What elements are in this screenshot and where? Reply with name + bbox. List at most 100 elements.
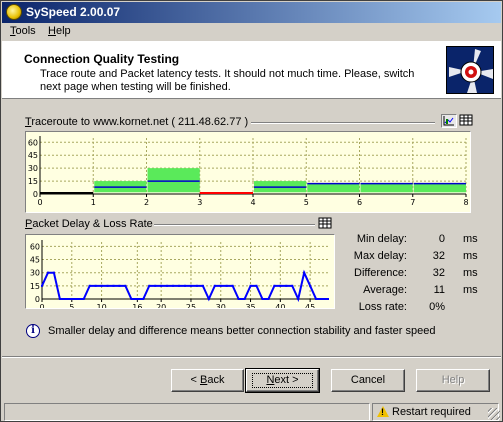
focus-rect: [252, 373, 313, 388]
x-tick-label: 10: [96, 303, 106, 309]
delay-point: [184, 284, 186, 287]
x-tick-label: 0: [37, 198, 42, 207]
delay-point: [201, 284, 204, 287]
header-title: Connection Quality Testing: [24, 52, 180, 66]
x-tick-label: 0: [39, 303, 44, 309]
delay-point: [237, 298, 240, 300]
stat-average: Average: 11 ms: [337, 284, 487, 300]
stat-value: 0: [438, 233, 445, 245]
delay-point: [297, 298, 300, 300]
delay-point: [309, 284, 312, 287]
delay-point: [100, 284, 103, 287]
y-tick-label: 15: [30, 282, 40, 291]
status-bar: ! Restart required: [2, 401, 501, 421]
x-tick-label: 6: [357, 198, 362, 207]
stat-loss-rate: Loss rate: 0%: [337, 301, 487, 317]
traceroute-label-text: raceroute to www.kornet.net ( 211.48.62.…: [31, 116, 249, 128]
delay-point: [225, 284, 228, 287]
stat-label: Difference:: [354, 267, 407, 279]
delay-point: [148, 284, 151, 287]
delay-point: [118, 284, 121, 287]
menu-help-accel: H: [48, 25, 56, 37]
delay-point: [189, 284, 192, 287]
hop-bar: [360, 183, 413, 193]
delay-point: [166, 284, 169, 287]
packet-table-view-icon[interactable]: [318, 217, 334, 231]
wizard-header: Connection Quality Testing Trace route a…: [2, 41, 501, 99]
delay-point: [70, 298, 73, 300]
x-tick-label: 5: [69, 303, 74, 309]
menu-tools[interactable]: Tools: [10, 25, 36, 37]
y-tick-label: 30: [28, 164, 38, 173]
x-tick-label: 35: [245, 303, 255, 309]
delay-point: [88, 284, 91, 287]
table-view-icon[interactable]: [459, 114, 475, 128]
delay-point: [327, 298, 329, 300]
delay-point: [154, 284, 157, 287]
cancel-label: Cancel: [350, 374, 386, 386]
stat-label: Min delay:: [356, 233, 407, 245]
delay-point: [94, 284, 97, 287]
delay-point: [231, 284, 234, 287]
x-tick-label: 7: [410, 198, 415, 207]
y-tick-label: 45: [30, 256, 40, 265]
graph-view-icon[interactable]: [441, 114, 457, 128]
info-icon: i: [26, 324, 40, 338]
delay-point: [321, 298, 324, 300]
help-button[interactable]: Help: [416, 369, 490, 392]
back-prefix: <: [190, 374, 200, 386]
delay-point: [279, 284, 282, 287]
x-tick-label: 30: [216, 303, 226, 309]
stat-value: 32: [432, 250, 445, 262]
x-tick-label: 4: [250, 198, 255, 207]
packet-chart-svg: 0153045600 5 10 16 20 25 30 35 40 45: [30, 240, 329, 309]
delay-point: [64, 298, 67, 300]
status-text: Restart required: [392, 406, 471, 418]
network-logo-icon: [446, 46, 494, 94]
back-button[interactable]: < Back: [171, 369, 244, 392]
traceroute-divider: [251, 122, 435, 124]
delay-point: [207, 298, 210, 300]
footer-separator: [2, 356, 501, 358]
packet-label: Packet Delay & Loss Rate: [25, 218, 153, 230]
y-tick-label: 60: [30, 242, 40, 251]
status-panel-main: [4, 403, 370, 421]
back-label: ack: [207, 374, 225, 386]
info-text: Smaller delay and difference means bette…: [48, 325, 436, 337]
stat-unit: ms: [463, 284, 478, 296]
resize-grip[interactable]: [488, 408, 500, 420]
x-tick-label: 1: [91, 198, 96, 207]
delay-point: [303, 271, 306, 274]
x-tick-label: 3: [197, 198, 202, 207]
stat-label: Average:: [363, 284, 407, 296]
delay-point: [52, 271, 55, 274]
x-tick-label: 5: [304, 198, 309, 207]
x-tick-label: 25: [186, 303, 196, 309]
delay-point: [285, 284, 288, 287]
next-button[interactable]: Next >: [245, 368, 320, 393]
title-bar[interactable]: SySpeed 2.00.07: [2, 2, 501, 23]
hop-bar: [147, 168, 200, 193]
delay-point: [213, 284, 216, 287]
delay-point: [243, 298, 246, 300]
menu-help[interactable]: Help: [48, 25, 71, 37]
x-tick-label: 40: [275, 303, 285, 309]
traceroute-chart: 0 15 30 45 60 0 1 2 3 4 5 6 7 8: [25, 131, 471, 213]
app-icon[interactable]: [6, 4, 22, 20]
x-tick-label: 45: [305, 303, 315, 309]
traceroute-label: Traceroute to www.kornet.net ( 211.48.62…: [25, 116, 248, 128]
stat-difference: Difference: 32 ms: [337, 267, 487, 283]
cancel-button[interactable]: Cancel: [331, 369, 405, 392]
packet-delay-chart: 0 15 30 45 60 0 5 10 16 20 25 30 35 40 45: [25, 234, 335, 309]
delay-point: [261, 298, 264, 300]
x-tick-label: 2: [144, 198, 149, 207]
delay-point: [172, 284, 175, 287]
stat-label: Loss rate:: [358, 301, 407, 313]
window: SySpeed 2.00.07 Tools Help Connection Qu…: [0, 0, 503, 422]
packet-divider: [154, 224, 315, 226]
delay-point: [219, 284, 222, 287]
y-tick-label: 60: [28, 138, 38, 147]
x-tick-label: 20: [156, 303, 166, 309]
y-tick-label: 15: [28, 177, 38, 186]
window-title: SySpeed 2.00.07: [26, 5, 121, 19]
